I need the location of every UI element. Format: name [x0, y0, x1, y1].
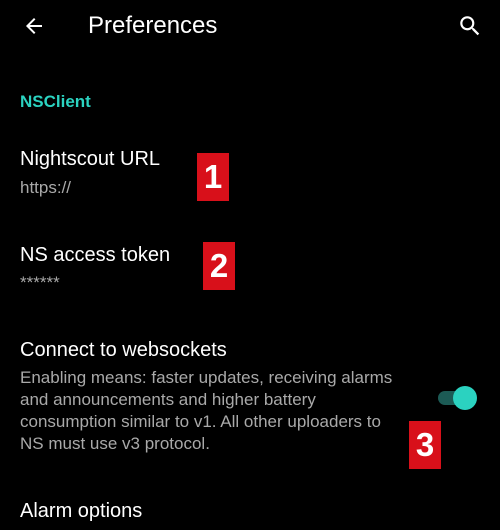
arrow-back-icon — [26, 18, 42, 34]
search-button[interactable] — [452, 8, 488, 44]
pref-summary: https:// — [20, 178, 72, 197]
back-button[interactable] — [16, 8, 52, 44]
annotation-badge-2: 2 — [203, 242, 235, 290]
page-title: Preferences — [88, 12, 218, 39]
pref-title: Connect to websockets — [20, 339, 227, 361]
websockets-toggle[interactable] — [436, 386, 478, 410]
category-header-nsclient: NSClient — [20, 92, 91, 111]
pref-title: NS access token — [20, 244, 171, 266]
pref-ns-access-token[interactable]: NS access token ****** — [0, 234, 500, 304]
pref-summary: ****** — [20, 273, 60, 292]
toggle-thumb — [453, 386, 477, 410]
pref-summary: Enabling means: faster updates, receivin… — [20, 368, 393, 453]
annotation-badge-1: 1 — [197, 153, 229, 201]
pref-title: Nightscout URL — [20, 148, 161, 170]
toolbar: Preferences — [0, 0, 500, 52]
pref-alarm-options[interactable]: Alarm options — [0, 490, 500, 530]
pref-nightscout-url[interactable]: Nightscout URL https:// — [0, 140, 500, 210]
search-icon — [460, 16, 480, 36]
pref-title: Alarm options — [20, 500, 143, 522]
annotation-badge-3: 3 — [409, 421, 441, 469]
